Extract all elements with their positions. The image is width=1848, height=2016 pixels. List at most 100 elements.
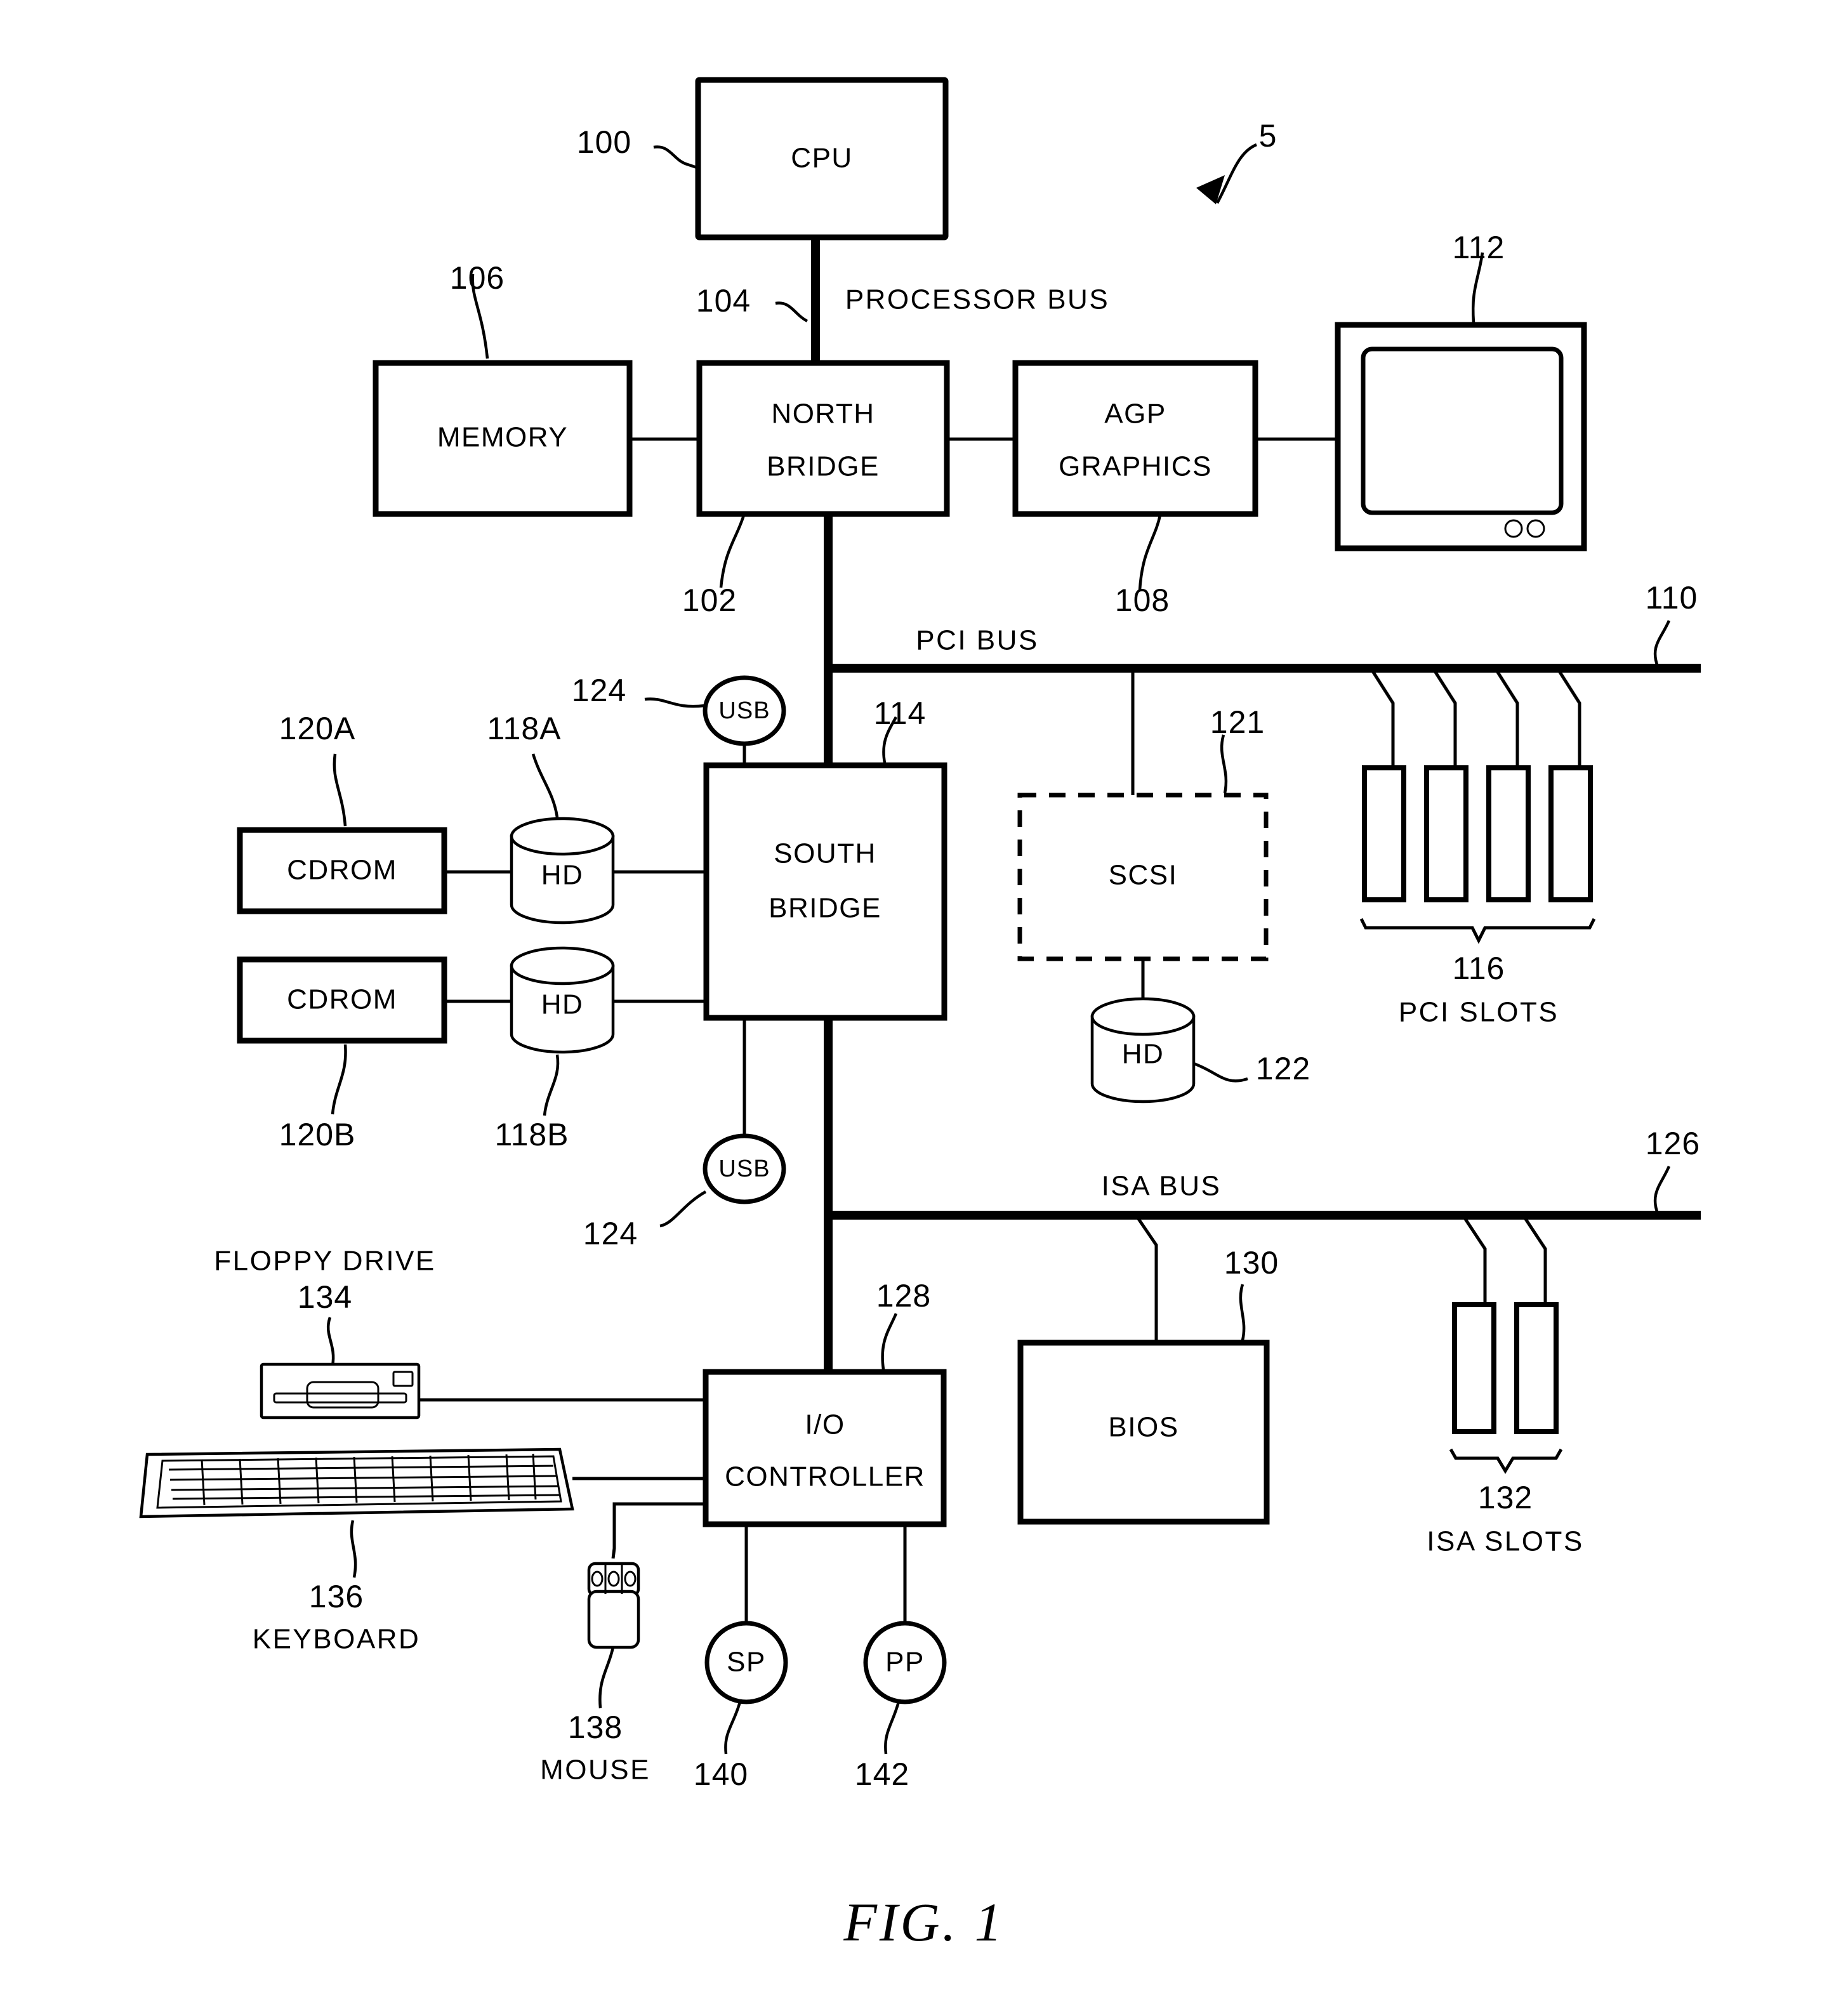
scsi-ref: 121 — [1210, 704, 1265, 740]
cpu-ref-leader — [653, 145, 697, 169]
hd-a-ref-leader — [531, 753, 559, 818]
southbridge-block — [703, 762, 947, 1021]
usb-top-label: USB — [718, 697, 770, 724]
hd-a-label: HD — [541, 860, 584, 891]
pci-bus-ref-leader — [1653, 620, 1671, 667]
pci-slot-1 — [1362, 765, 1406, 902]
pci-slots-brace — [1359, 918, 1596, 944]
patent-figure: CPU 100 5 PROCESSOR BUS 104 MEMORY 106 N… — [0, 0, 1848, 2016]
pci-bus-label: PCI BUS — [916, 625, 1039, 656]
northbridge-block — [696, 360, 950, 517]
keyboard-ref: 136 — [309, 1579, 364, 1614]
bios-label: BIOS — [1108, 1412, 1178, 1443]
processor-bus-label: PROCESSOR BUS — [845, 284, 1109, 315]
pci-slot-2 — [1424, 765, 1468, 902]
bios-isa-wire — [1134, 1214, 1158, 1343]
usb-bottom-label: USB — [718, 1156, 770, 1182]
processor-bus-ref: 104 — [696, 283, 751, 319]
scsi-hd-label: HD — [1122, 1039, 1165, 1070]
isa-slots-brace — [1449, 1448, 1563, 1474]
isa-bus-ref-leader — [1653, 1166, 1671, 1214]
usb-bottom-ref: 124 — [583, 1216, 638, 1251]
pci-slot-wire-1 — [1369, 667, 1395, 768]
mouse-icon — [587, 1562, 640, 1649]
floppy-label: FLOPPY DRIVE — [214, 1246, 436, 1277]
hd-b-ref: 118B — [494, 1117, 569, 1152]
usb-bottom-ref-leader — [659, 1190, 707, 1228]
bios-ref: 130 — [1224, 1245, 1279, 1281]
serial-port-ref-leader — [724, 1701, 742, 1755]
pci-slots-ref: 116 — [1453, 951, 1505, 986]
pci-slots-label: PCI SLOTS — [1399, 997, 1559, 1028]
pci-bus-ref: 110 — [1646, 580, 1698, 616]
monitor-ref: 112 — [1453, 230, 1505, 265]
pci-slot-wire-3 — [1493, 667, 1519, 768]
io-controller-label-line2: CONTROLLER — [725, 1461, 925, 1492]
bios-ref-leader — [1239, 1284, 1246, 1341]
io-controller-ref: 128 — [876, 1278, 931, 1314]
cdrom-a-ref: 120A — [279, 711, 356, 746]
processor-bus-ref-leader — [775, 301, 808, 323]
isa-slot-wire-1 — [1461, 1214, 1487, 1305]
isa-slot-2 — [1514, 1302, 1559, 1434]
southbridge-label-line1: SOUTH — [774, 838, 876, 869]
northbridge-ref-leader — [719, 515, 746, 588]
northbridge-label-line2: BRIDGE — [767, 451, 880, 482]
isa-slot-wire-2 — [1521, 1214, 1547, 1305]
cdrom-b-ref-leader — [331, 1044, 347, 1115]
cpu-ref-label: 100 — [577, 124, 631, 160]
northbridge-ref: 102 — [682, 583, 737, 618]
figure-caption: FIG. 1 — [843, 1892, 1004, 1953]
usb-top-ref: 124 — [572, 673, 626, 708]
isa-bus-label: ISA BUS — [1102, 1171, 1222, 1202]
hd-a-ref: 118A — [487, 711, 561, 746]
floppy-ref-leader — [326, 1317, 335, 1366]
parallel-port-ref-leader — [884, 1701, 901, 1755]
figure-canvas: CPU 100 5 PROCESSOR BUS 104 MEMORY 106 N… — [139, 77, 1701, 1953]
system-ref-arrowhead — [1196, 175, 1225, 204]
pci-slot-3 — [1486, 765, 1531, 902]
keyboard-ref-leader — [350, 1520, 357, 1578]
isa-slot-1 — [1452, 1302, 1496, 1434]
scsi-hd-ref-leader — [1193, 1062, 1248, 1083]
hd-b-label: HD — [541, 989, 584, 1020]
isa-slots-ref: 132 — [1478, 1480, 1533, 1515]
agp-graphics-block — [1012, 360, 1258, 517]
agp-ref: 108 — [1115, 583, 1170, 618]
pci-slot-4 — [1548, 765, 1593, 902]
system-ref-label: 5 — [1259, 118, 1277, 154]
parallel-port-label: PP — [885, 1647, 925, 1678]
memory-label: MEMORY — [437, 422, 568, 453]
isa-bus-ref: 126 — [1646, 1126, 1700, 1161]
io-controller-block — [703, 1369, 947, 1527]
floppy-drive-icon — [260, 1362, 421, 1420]
mouse-ref-leader — [598, 1647, 615, 1709]
io-controller-ref-leader — [881, 1313, 898, 1370]
serial-port-label: SP — [727, 1647, 766, 1678]
cpu-label: CPU — [791, 143, 852, 174]
cdrom-a-ref-leader — [333, 753, 347, 827]
southbridge-label-line2: BRIDGE — [769, 893, 881, 924]
floppy-ref: 134 — [298, 1279, 352, 1315]
mouse-label: MOUSE — [540, 1755, 650, 1786]
serial-port-ref: 140 — [694, 1756, 748, 1792]
io-controller-label-line1: I/O — [805, 1409, 845, 1440]
southbridge-ref: 114 — [874, 695, 927, 731]
mouse-io-wire — [611, 1502, 706, 1559]
monitor-screen — [1361, 346, 1564, 515]
keyboard-icon — [139, 1447, 574, 1519]
cdrom-a-label: CDROM — [287, 855, 397, 886]
pci-slot-wire-4 — [1555, 667, 1581, 768]
parallel-port-ref: 142 — [855, 1756, 909, 1792]
scsi-ref-leader — [1220, 734, 1228, 794]
cdrom-b-ref: 120B — [279, 1117, 356, 1152]
agp-label-line1: AGP — [1104, 399, 1166, 430]
mouse-ref: 138 — [568, 1710, 623, 1745]
agp-ref-leader — [1138, 515, 1162, 591]
cdrom-b-label: CDROM — [287, 984, 397, 1015]
agp-label-line2: GRAPHICS — [1059, 451, 1212, 482]
northbridge-label-line1: NORTH — [771, 399, 874, 430]
scsi-hd-ref: 122 — [1256, 1051, 1310, 1086]
memory-ref: 106 — [450, 260, 505, 296]
usb-top-ref-leader — [644, 697, 705, 708]
